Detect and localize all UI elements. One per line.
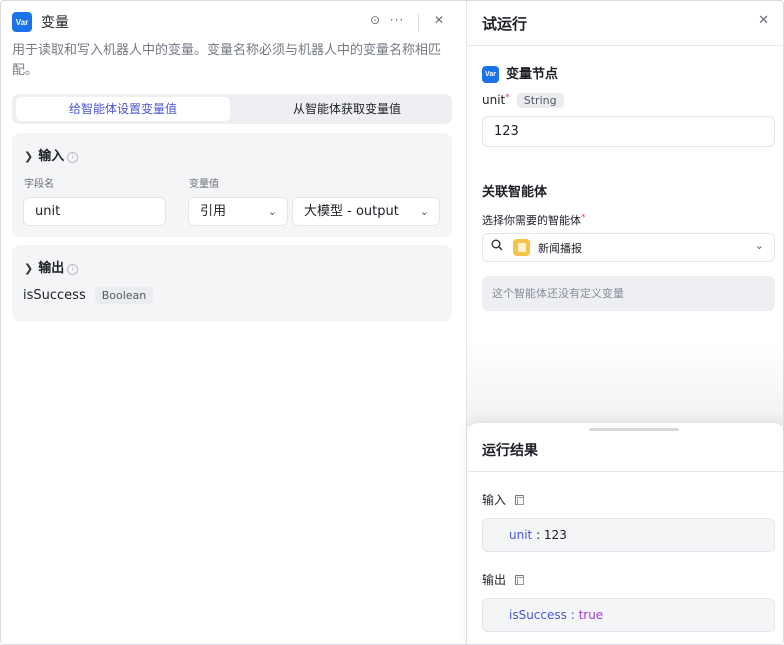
param-type-tag: String [516,93,564,108]
result-output-value: true [578,608,604,622]
agent-selected-name: 新闻播报 [538,242,582,255]
chevron-down-icon: ⌄ [419,205,429,218]
node-config-panel: Var 变量 ⊙ ··· ✕ 用于读取和写入机器人中的变量。变量名称必须与机器人… [1,1,466,644]
result-output-box: isSuccess : true [482,598,775,632]
required-mark: * [505,93,510,103]
value-type-select[interactable]: 引用 ⌄ [188,197,288,226]
play-circle-icon[interactable]: ⊙ [366,13,384,27]
info-icon[interactable]: i [67,264,79,275]
input-section: ❯ 输入 i 字段名 变量值 unit 引用 ⌄ 大模型 - output ⌄ [12,133,452,237]
app-frame: Var 变量 ⊙ ··· ✕ 用于读取和写入机器人中的变量。变量名称必须与机器人… [0,0,784,645]
output-section-title: 输出 [38,261,65,276]
field-name-input[interactable]: unit [23,197,166,226]
field-name-label: 字段名 [24,179,54,190]
copy-icon[interactable] [515,495,525,505]
tab-get-variable[interactable]: 从智能体获取变量值 [240,97,454,121]
value-type-text: 引用 [200,204,227,219]
agent-select-label: 选择你需要的智能体 [482,214,581,227]
input-section-header[interactable]: ❯ 输入 i [24,145,79,164]
output-type-tag: Boolean [94,287,154,304]
node-heading-text: 变量节点 [506,67,559,82]
agent-select-label-row: 选择你需要的智能体* [482,212,586,228]
result-input-label: 输入 [482,493,507,507]
required-mark: * [581,213,586,223]
value-source-select[interactable]: 大模型 - output ⌄ [292,197,440,226]
var-node-icon: Var [12,12,32,32]
scroll-fade [467,341,783,426]
panel-header: Var 变量 ⊙ ··· ✕ [12,11,456,35]
agent-avatar-icon [513,239,530,256]
mode-switch: 给智能体设置变量值 从智能体获取变量值 [12,94,452,124]
more-dots-icon[interactable]: ··· [388,13,406,27]
agent-section-title: 关联智能体 [482,185,548,200]
param-label-row: unit* String [482,93,564,108]
variable-value-label: 变量值 [189,179,219,190]
divider [467,471,783,472]
result-output-label-row: 输出 [482,571,525,588]
chevron-down-icon: ⌄ [754,239,764,252]
run-results-drawer: 运行结果 输入 unit : 123 输出 isSuccess : true [467,423,783,644]
close-icon[interactable]: ✕ [430,13,448,27]
output-section-header[interactable]: ❯ 输出 i [24,257,79,276]
search-icon [491,239,503,251]
drawer-drag-handle[interactable] [589,428,679,431]
tab-set-variable[interactable]: 给智能体设置变量值 [16,97,230,121]
result-input-box: unit : 123 [482,518,775,552]
output-section: ❯ 输出 i isSuccess Boolean [12,245,452,322]
var-node-icon: Var [482,66,499,83]
output-variable-row: isSuccess Boolean [23,287,154,304]
test-run-title: 试运行 [482,15,528,33]
test-run-header: 试运行 ✕ [467,1,783,46]
chevron-down-icon[interactable]: ❯ [24,262,33,275]
node-heading: Var 变量节点 [482,63,558,83]
result-output-key: isSuccess [509,608,567,622]
divider [418,14,419,32]
copy-icon[interactable] [515,575,525,585]
close-icon[interactable]: ✕ [758,13,769,28]
param-name: unit [482,93,506,107]
node-title[interactable]: 变量 [41,12,69,32]
chevron-down-icon: ⌄ [267,205,277,218]
result-input-value: 123 [543,528,567,542]
node-description: 用于读取和写入机器人中的变量。变量名称必须与机器人中的变量名称相匹配。 [12,43,442,78]
result-input-key: unit [509,528,533,542]
run-results-title: 运行结果 [482,443,538,459]
param-value-input[interactable]: 123 [482,116,775,147]
value-source-text: 大模型 - output [304,204,399,219]
agent-empty-note: 这个智能体还没有定义变量 [482,276,775,311]
result-output-label: 输出 [482,573,507,587]
chevron-down-icon[interactable]: ❯ [24,150,33,163]
output-variable-name: isSuccess [23,288,86,303]
test-run-panel: 试运行 ✕ Var 变量节点 unit* String 123 关联智能体 选择你需… [466,1,783,644]
result-input-label-row: 输入 [482,491,525,508]
input-section-title: 输入 [38,149,65,164]
agent-select[interactable]: 新闻播报 ⌄ [482,233,775,262]
info-icon[interactable]: i [67,152,79,163]
